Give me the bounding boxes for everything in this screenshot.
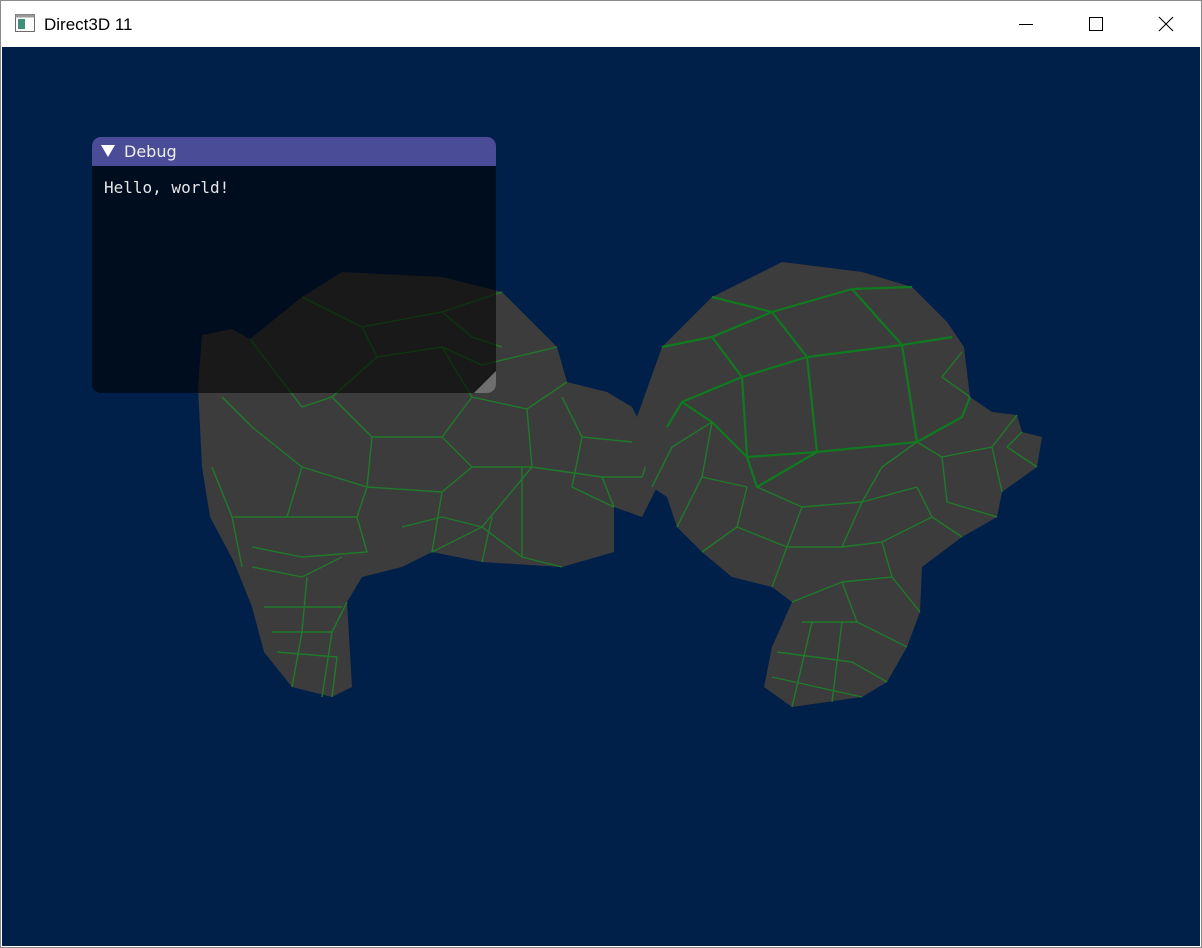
right-mesh (637, 262, 1042, 708)
close-button[interactable] (1131, 1, 1201, 47)
debug-message: Hello, world! (104, 178, 230, 197)
close-icon (1158, 16, 1174, 32)
render-viewport[interactable]: Debug Hello, world! (2, 47, 1200, 946)
minimize-button[interactable] (991, 1, 1061, 47)
window-title: Direct3D 11 (44, 15, 133, 34)
debug-window-title: Debug (124, 142, 177, 161)
app-window: Direct3D 11 Debug Hello, world! (0, 0, 1202, 948)
maximize-button[interactable] (1061, 1, 1131, 47)
title-bar[interactable]: Direct3D 11 (1, 1, 1201, 47)
debug-window-titlebar[interactable]: Debug (92, 137, 496, 166)
resize-grip-icon[interactable] (472, 369, 496, 393)
triangle-down-icon[interactable] (101, 145, 115, 158)
minimize-icon (1019, 24, 1033, 25)
maximize-icon (1089, 17, 1103, 31)
debug-window[interactable]: Debug Hello, world! (92, 137, 496, 393)
app-window-icon (15, 14, 35, 32)
